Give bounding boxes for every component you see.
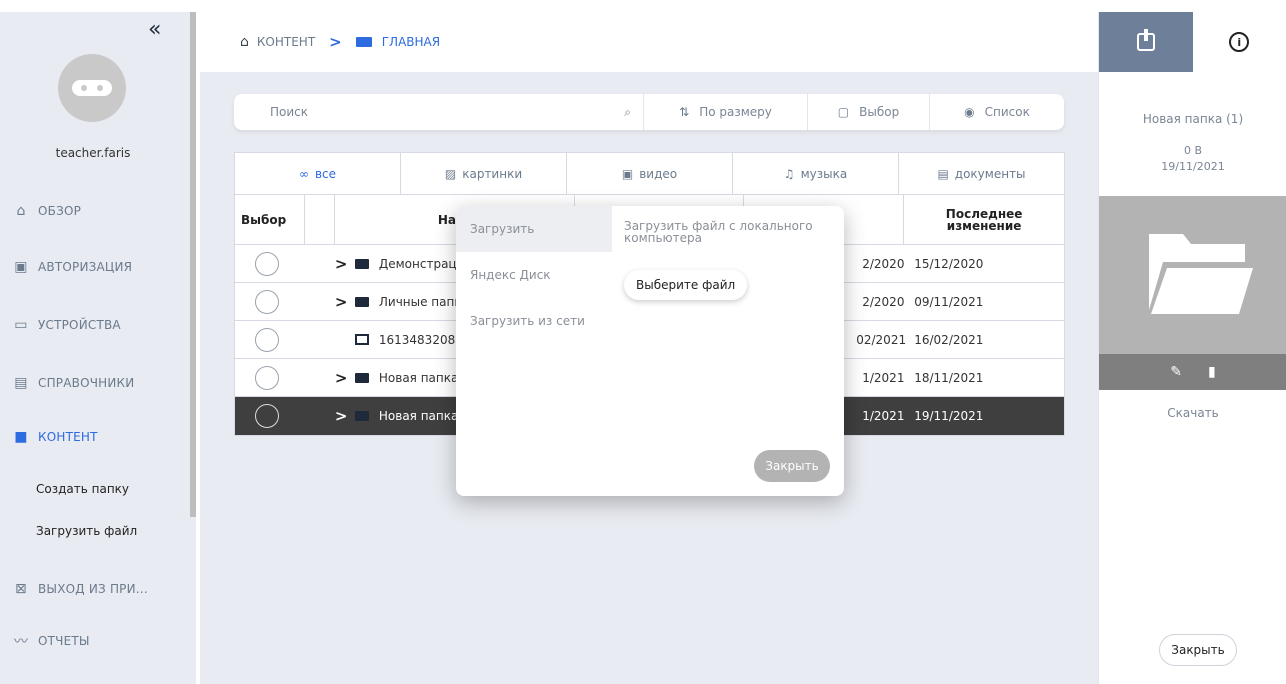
item-actions: ✎ ▮ xyxy=(1099,354,1286,390)
sidebar-scrollbar[interactable] xyxy=(190,12,196,517)
upload-file-link[interactable]: Загрузить файл xyxy=(36,524,137,538)
tab-download[interactable] xyxy=(1099,12,1193,72)
tab-yandex-disk[interactable]: Яндекс Диск xyxy=(456,252,612,298)
breadcrumb-root[interactable]: КОНТЕНТ xyxy=(257,35,315,49)
sort-button[interactable]: ⇅ По размеру xyxy=(644,94,808,130)
home-icon: ⌂ xyxy=(16,203,26,219)
tab-info[interactable]: i xyxy=(1193,12,1286,72)
row-select-radio[interactable] xyxy=(255,289,279,314)
monitor-icon: ▭ xyxy=(14,317,28,333)
details-panel: i Новая папка (1) 0 B 19/11/2021 ✎ ▮ Ска… xyxy=(1098,12,1286,684)
row-select-radio[interactable] xyxy=(255,404,279,428)
video-icon: ▣ xyxy=(621,166,634,181)
username: teacher.faris xyxy=(55,146,131,160)
breadcrumb-current[interactable]: ГЛАВНАЯ xyxy=(382,35,440,49)
nav-item-auth[interactable]: ▣ АВТОРИЗАЦИЯ xyxy=(12,256,132,278)
trash-icon[interactable]: ▮ xyxy=(1208,364,1216,380)
sidebar: « teacher.faris ⌂ ОБЗОР ▣ АВТОРИЗАЦИЯ ▭ … xyxy=(0,12,196,684)
glasses-icon: ∞ xyxy=(298,166,309,181)
expand-chevron-icon[interactable]: > xyxy=(335,407,355,425)
search-icon[interactable]: ⌕ xyxy=(624,105,631,120)
upload-tabs: Загрузить Яндекс Диск Загрузить из сети xyxy=(456,206,612,496)
item-name: Новая папка (1) xyxy=(1142,112,1244,126)
chart-icon: 〰 xyxy=(13,634,29,650)
row-select-radio[interactable] xyxy=(255,327,279,352)
nav-item-references[interactable]: ▤ СПРАВОЧНИКИ xyxy=(12,372,134,394)
exit-icon: ⊠ xyxy=(15,581,27,597)
filter-tabs: ∞ все ▨ картинки ▣ видео ♫ музыка ▤ доку… xyxy=(235,153,1064,195)
upload-description: Загрузить файл с локального компьютера xyxy=(624,219,813,245)
image-icon: ▨ xyxy=(444,166,457,181)
eye-icon: ◉ xyxy=(964,105,975,119)
folder-icon xyxy=(354,258,369,269)
tab-upload-local[interactable]: Загрузить xyxy=(456,206,612,252)
create-folder-link[interactable]: Создать папку xyxy=(36,482,129,496)
info-icon: i xyxy=(1229,32,1250,52)
row-select-radio[interactable] xyxy=(255,365,279,390)
breadcrumb: ⌂ КОНТЕНТ > ГЛАВНАЯ xyxy=(200,12,1098,72)
choose-file-button[interactable]: Выберите файл xyxy=(624,270,748,300)
folder-icon: ■ xyxy=(14,429,28,445)
header-modified[interactable]: Последнее изменение xyxy=(904,195,1064,244)
expand-chevron-icon[interactable]: > xyxy=(335,369,355,387)
sort-icon: ⇅ xyxy=(679,105,690,119)
music-icon: ♫ xyxy=(783,166,795,181)
expand-chevron-icon[interactable]: > xyxy=(335,293,355,311)
filter-music[interactable]: ♫ музыка xyxy=(733,153,899,194)
download-icon xyxy=(1136,29,1155,51)
chevron-right-icon: > xyxy=(329,33,342,51)
home-icon[interactable]: ⌂ xyxy=(240,34,249,50)
item-date: 19/11/2021 xyxy=(1161,160,1225,173)
modal-close-button[interactable]: Закрыть xyxy=(754,450,830,482)
folder-icon xyxy=(354,372,369,383)
folder-icon xyxy=(354,411,369,421)
nav-item-devices[interactable]: ▭ УСТРОЙСТВА xyxy=(12,314,121,336)
nav-item-exit[interactable]: ⊠ ВЫХОД ИЗ ПРИ... xyxy=(12,578,148,600)
tab-upload-web[interactable]: Загрузить из сети xyxy=(456,298,612,344)
header-select: Выбор xyxy=(235,195,305,244)
nav-item-overview[interactable]: ⌂ ОБЗОР xyxy=(12,200,81,222)
item-size: 0 B xyxy=(1183,144,1203,157)
doc-icon: ▤ xyxy=(937,166,949,181)
edit-icon[interactable]: ✎ xyxy=(1170,364,1182,380)
item-preview xyxy=(1099,196,1286,354)
collapse-sidebar-icon[interactable]: « xyxy=(148,19,161,41)
folder-large-icon xyxy=(1149,234,1253,314)
clipboard-icon: ▢ xyxy=(837,105,850,119)
details-tabs: i xyxy=(1099,12,1286,72)
upload-modal: Загрузить Яндекс Диск Загрузить из сети … xyxy=(456,206,844,496)
search-input[interactable]: Поиск ⌕ xyxy=(234,94,644,130)
book-icon: ▤ xyxy=(14,375,28,391)
filter-documents[interactable]: ▤ документы xyxy=(899,153,1064,194)
filter-video[interactable]: ▣ видео xyxy=(567,153,733,194)
folder-icon xyxy=(355,37,372,47)
folder-icon xyxy=(354,296,369,307)
expand-chevron-icon[interactable]: > xyxy=(335,255,355,273)
nav-item-content[interactable]: ■ КОНТЕНТ xyxy=(12,426,98,448)
select-button[interactable]: ▢ Выбор xyxy=(808,94,930,130)
filter-all[interactable]: ∞ все xyxy=(235,153,401,194)
avatar[interactable] xyxy=(58,54,126,122)
tv-icon: ▣ xyxy=(14,259,28,275)
download-link[interactable]: Скачать xyxy=(1099,406,1286,420)
view-button[interactable]: ◉ Список xyxy=(930,94,1064,130)
nav-item-reports[interactable]: 〰 ОТЧЕТЫ xyxy=(12,630,90,652)
toolbar: Поиск ⌕ ⇅ По размеру ▢ Выбор ◉ Список xyxy=(234,94,1064,130)
filter-images[interactable]: ▨ картинки xyxy=(401,153,567,194)
details-close-button[interactable]: Закрыть xyxy=(1159,634,1237,666)
image-file-icon xyxy=(354,334,369,345)
row-select-radio[interactable] xyxy=(255,251,279,276)
